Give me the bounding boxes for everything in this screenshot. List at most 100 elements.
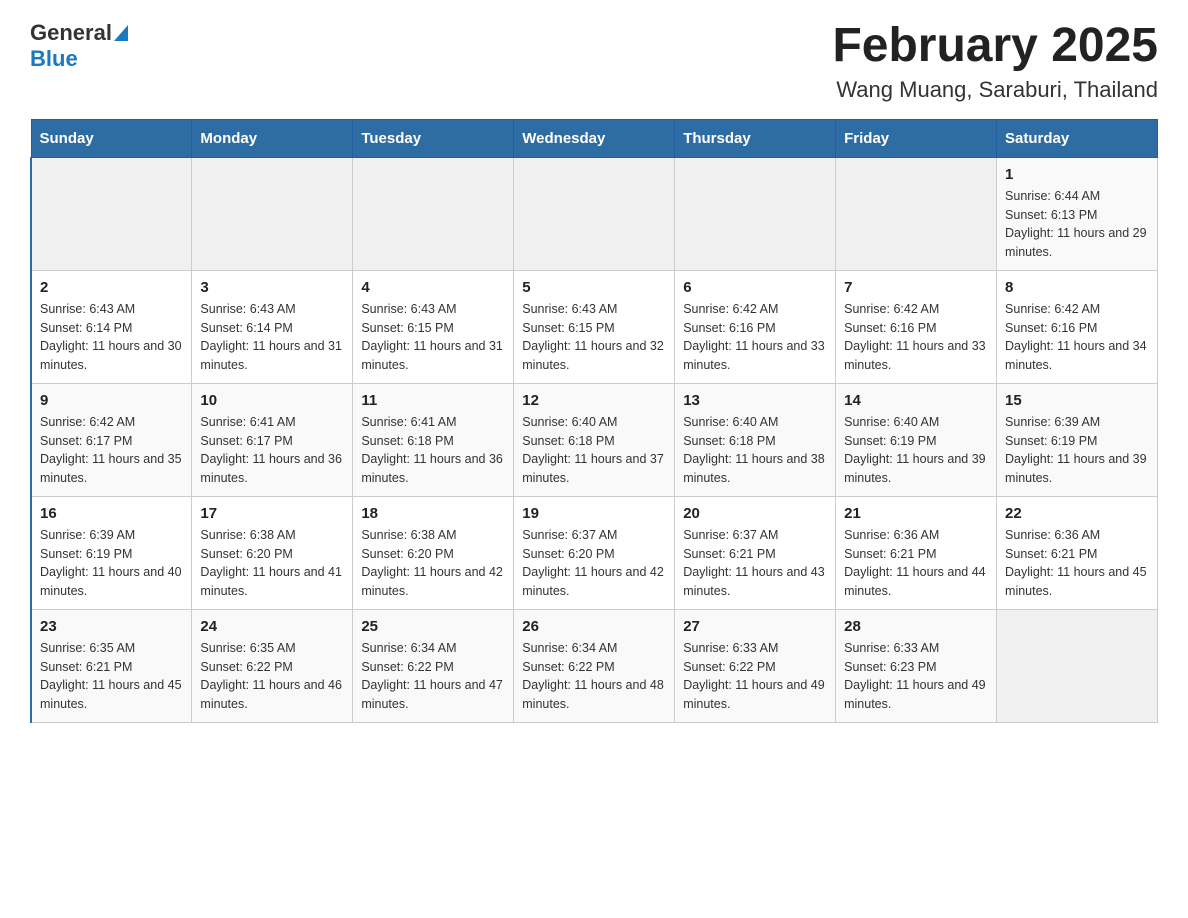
day-of-week-wednesday: Wednesday (514, 119, 675, 157)
day-info: Sunrise: 6:36 AM Sunset: 6:21 PM Dayligh… (1005, 526, 1149, 601)
day-info: Sunrise: 6:43 AM Sunset: 6:15 PM Dayligh… (522, 300, 666, 375)
calendar-cell: 16 Sunrise: 6:39 AM Sunset: 6:19 PM Dayli… (31, 496, 192, 609)
day-info: Sunrise: 6:34 AM Sunset: 6:22 PM Dayligh… (522, 639, 666, 714)
calendar-cell: 19 Sunrise: 6:37 AM Sunset: 6:20 PM Dayli… (514, 496, 675, 609)
title-block: February 2025 Wang Muang, Saraburi, Thai… (832, 20, 1158, 103)
calendar-cell (31, 157, 192, 270)
calendar-cell: 1 Sunrise: 6:44 AM Sunset: 6:13 PM Daylig… (997, 157, 1158, 270)
calendar-cell: 7Sunrise: 6:42 AM Sunset: 6:16 PM Daylig… (836, 270, 997, 383)
calendar-cell: 3 Sunrise: 6:43 AM Sunset: 6:14 PM Daylig… (192, 270, 353, 383)
calendar-week-3: 9Sunrise: 6:42 AM Sunset: 6:17 PM Daylig… (31, 383, 1158, 496)
day-info: Sunrise: 6:36 AM Sunset: 6:21 PM Dayligh… (844, 526, 988, 601)
day-number: 3 (200, 279, 344, 296)
day-of-week-saturday: Saturday (997, 119, 1158, 157)
calendar-week-1: 1 Sunrise: 6:44 AM Sunset: 6:13 PM Daylig… (31, 157, 1158, 270)
calendar-cell: 22Sunrise: 6:36 AM Sunset: 6:21 PM Dayli… (997, 496, 1158, 609)
day-info: Sunrise: 6:42 AM Sunset: 6:17 PM Dayligh… (40, 413, 183, 488)
day-number: 15 (1005, 392, 1149, 409)
calendar-cell: 12Sunrise: 6:40 AM Sunset: 6:18 PM Dayli… (514, 383, 675, 496)
day-info: Sunrise: 6:35 AM Sunset: 6:22 PM Dayligh… (200, 639, 344, 714)
calendar-cell: 4 Sunrise: 6:43 AM Sunset: 6:15 PM Daylig… (353, 270, 514, 383)
calendar-subtitle: Wang Muang, Saraburi, Thailand (832, 77, 1158, 103)
calendar-cell: 28Sunrise: 6:33 AM Sunset: 6:23 PM Dayli… (836, 609, 997, 722)
calendar-cell (836, 157, 997, 270)
day-info: Sunrise: 6:34 AM Sunset: 6:22 PM Dayligh… (361, 639, 505, 714)
day-number: 21 (844, 505, 988, 522)
day-info: Sunrise: 6:43 AM Sunset: 6:14 PM Dayligh… (200, 300, 344, 375)
day-info: Sunrise: 6:33 AM Sunset: 6:22 PM Dayligh… (683, 639, 827, 714)
day-of-week-monday: Monday (192, 119, 353, 157)
day-of-week-friday: Friday (836, 119, 997, 157)
day-info: Sunrise: 6:44 AM Sunset: 6:13 PM Dayligh… (1005, 187, 1149, 262)
day-info: Sunrise: 6:37 AM Sunset: 6:20 PM Dayligh… (522, 526, 666, 601)
day-of-week-tuesday: Tuesday (353, 119, 514, 157)
logo-blue-text: Blue (30, 46, 78, 71)
day-number: 5 (522, 279, 666, 296)
calendar-cell: 10Sunrise: 6:41 AM Sunset: 6:17 PM Dayli… (192, 383, 353, 496)
day-number: 12 (522, 392, 666, 409)
day-number: 2 (40, 279, 183, 296)
calendar-cell (997, 609, 1158, 722)
day-number: 17 (200, 505, 344, 522)
day-of-week-thursday: Thursday (675, 119, 836, 157)
day-info: Sunrise: 6:37 AM Sunset: 6:21 PM Dayligh… (683, 526, 827, 601)
day-info: Sunrise: 6:43 AM Sunset: 6:15 PM Dayligh… (361, 300, 505, 375)
day-of-week-sunday: Sunday (31, 119, 192, 157)
day-info: Sunrise: 6:41 AM Sunset: 6:17 PM Dayligh… (200, 413, 344, 488)
day-info: Sunrise: 6:38 AM Sunset: 6:20 PM Dayligh… (361, 526, 505, 601)
day-number: 4 (361, 279, 505, 296)
day-number: 28 (844, 618, 988, 635)
calendar-cell: 18 Sunrise: 6:38 AM Sunset: 6:20 PM Dayli… (353, 496, 514, 609)
calendar-cell (514, 157, 675, 270)
calendar-cell: 13 Sunrise: 6:40 AM Sunset: 6:18 PM Dayli… (675, 383, 836, 496)
day-info: Sunrise: 6:39 AM Sunset: 6:19 PM Dayligh… (1005, 413, 1149, 488)
calendar-title: February 2025 (832, 20, 1158, 73)
calendar-cell: 2 Sunrise: 6:43 AM Sunset: 6:14 PM Daylig… (31, 270, 192, 383)
day-info: Sunrise: 6:43 AM Sunset: 6:14 PM Dayligh… (40, 300, 183, 375)
day-number: 6 (683, 279, 827, 296)
calendar-cell: 27 Sunrise: 6:33 AM Sunset: 6:22 PM Dayli… (675, 609, 836, 722)
page-header: General Blue February 2025 Wang Muang, S… (30, 20, 1158, 103)
calendar-cell: 14 Sunrise: 6:40 AM Sunset: 6:19 PM Dayli… (836, 383, 997, 496)
calendar-cell: 9Sunrise: 6:42 AM Sunset: 6:17 PM Daylig… (31, 383, 192, 496)
logo-general-text: General (30, 20, 112, 46)
day-number: 20 (683, 505, 827, 522)
calendar-week-5: 23 Sunrise: 6:35 AM Sunset: 6:21 PM Dayli… (31, 609, 1158, 722)
day-number: 8 (1005, 279, 1149, 296)
calendar-cell: 26Sunrise: 6:34 AM Sunset: 6:22 PM Dayli… (514, 609, 675, 722)
day-info: Sunrise: 6:39 AM Sunset: 6:19 PM Dayligh… (40, 526, 183, 601)
day-info: Sunrise: 6:40 AM Sunset: 6:19 PM Dayligh… (844, 413, 988, 488)
day-info: Sunrise: 6:35 AM Sunset: 6:21 PM Dayligh… (40, 639, 183, 714)
calendar-cell: 11 Sunrise: 6:41 AM Sunset: 6:18 PM Dayli… (353, 383, 514, 496)
day-info: Sunrise: 6:42 AM Sunset: 6:16 PM Dayligh… (683, 300, 827, 375)
calendar-week-2: 2 Sunrise: 6:43 AM Sunset: 6:14 PM Daylig… (31, 270, 1158, 383)
day-number: 14 (844, 392, 988, 409)
day-number: 19 (522, 505, 666, 522)
day-number: 13 (683, 392, 827, 409)
calendar-cell: 23 Sunrise: 6:35 AM Sunset: 6:21 PM Dayli… (31, 609, 192, 722)
day-info: Sunrise: 6:40 AM Sunset: 6:18 PM Dayligh… (683, 413, 827, 488)
calendar-header-row: SundayMondayTuesdayWednesdayThursdayFrid… (31, 119, 1158, 157)
day-info: Sunrise: 6:42 AM Sunset: 6:16 PM Dayligh… (844, 300, 988, 375)
calendar-cell: 24Sunrise: 6:35 AM Sunset: 6:22 PM Dayli… (192, 609, 353, 722)
calendar-table: SundayMondayTuesdayWednesdayThursdayFrid… (30, 119, 1158, 723)
logo: General Blue (30, 20, 128, 72)
calendar-cell (192, 157, 353, 270)
calendar-cell: 25Sunrise: 6:34 AM Sunset: 6:22 PM Dayli… (353, 609, 514, 722)
day-number: 16 (40, 505, 183, 522)
day-number: 27 (683, 618, 827, 635)
day-info: Sunrise: 6:42 AM Sunset: 6:16 PM Dayligh… (1005, 300, 1149, 375)
day-number: 1 (1005, 166, 1149, 183)
day-number: 23 (40, 618, 183, 635)
calendar-cell: 17Sunrise: 6:38 AM Sunset: 6:20 PM Dayli… (192, 496, 353, 609)
calendar-cell: 20 Sunrise: 6:37 AM Sunset: 6:21 PM Dayli… (675, 496, 836, 609)
logo-triangle-icon (112, 24, 128, 42)
calendar-cell (675, 157, 836, 270)
calendar-cell: 5 Sunrise: 6:43 AM Sunset: 6:15 PM Daylig… (514, 270, 675, 383)
day-number: 18 (361, 505, 505, 522)
day-info: Sunrise: 6:41 AM Sunset: 6:18 PM Dayligh… (361, 413, 505, 488)
calendar-cell (353, 157, 514, 270)
calendar-week-4: 16 Sunrise: 6:39 AM Sunset: 6:19 PM Dayli… (31, 496, 1158, 609)
day-number: 11 (361, 392, 505, 409)
calendar-cell: 6 Sunrise: 6:42 AM Sunset: 6:16 PM Daylig… (675, 270, 836, 383)
